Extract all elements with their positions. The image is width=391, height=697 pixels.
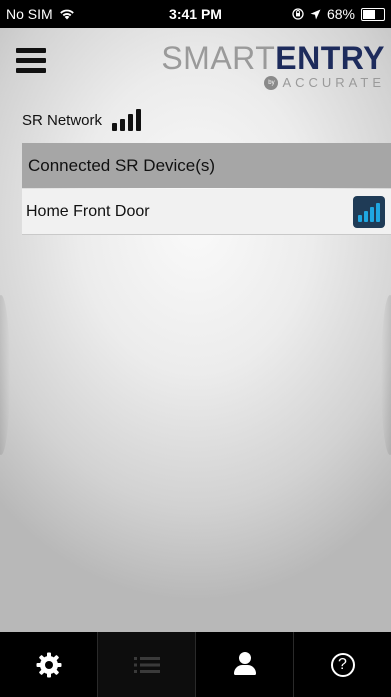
bottom-tab-bar: ? <box>0 632 391 697</box>
logo-sub: by ACCURATE <box>161 75 385 90</box>
battery-icon <box>361 7 385 21</box>
help-icon: ? <box>330 652 355 677</box>
signal-strength-icon <box>112 109 142 131</box>
section-title: Connected SR Device(s) <box>28 155 216 175</box>
app-background <box>0 0 391 632</box>
signal-bar <box>112 123 118 131</box>
signal-bar <box>376 203 380 222</box>
smartentry-logo: SMARTENTRY by ACCURATE <box>161 40 385 90</box>
signal-bar <box>136 109 142 131</box>
sr-network-row: SR Network <box>22 109 142 131</box>
location-icon <box>310 9 321 19</box>
signal-bar <box>128 114 134 131</box>
menu-line <box>16 48 46 53</box>
sr-network-label: SR Network <box>22 111 103 129</box>
rotation-lock-icon <box>292 8 304 20</box>
list-icon <box>133 656 160 673</box>
logo-by-badge: by <box>264 75 279 90</box>
tab-settings[interactable] <box>0 632 98 697</box>
tab-help[interactable]: ? <box>294 632 391 697</box>
gear-icon <box>36 652 61 677</box>
logo-smart: SMART <box>161 40 276 76</box>
battery-fill <box>363 9 375 19</box>
signal-bar <box>358 215 362 222</box>
signal-bar <box>364 211 368 222</box>
status-right: 68% <box>292 6 385 22</box>
device-signal-icon <box>353 196 385 228</box>
logo-wordmark: SMARTENTRY <box>161 40 385 77</box>
device-row-home-front-door[interactable]: Home Front Door <box>22 189 391 235</box>
status-bar: No SIM 3:41 PM 68% <box>0 0 391 28</box>
person-head <box>238 652 251 664</box>
menu-line <box>16 58 46 63</box>
menu-line <box>16 68 46 73</box>
tab-profile[interactable] <box>196 632 294 697</box>
person-body <box>233 665 256 675</box>
logo-entry: ENTRY <box>275 40 385 76</box>
battery-percent: 68% <box>326 6 355 22</box>
signal-bar <box>120 119 126 131</box>
connected-devices-header: Connected SR Device(s) <box>22 143 391 188</box>
person-icon <box>196 632 293 697</box>
tab-list[interactable] <box>98 632 196 697</box>
hamburger-menu-icon[interactable] <box>16 48 46 74</box>
logo-accurate: ACCURATE <box>282 75 385 90</box>
device-name: Home Front Door <box>26 202 150 220</box>
signal-bar <box>370 207 374 222</box>
